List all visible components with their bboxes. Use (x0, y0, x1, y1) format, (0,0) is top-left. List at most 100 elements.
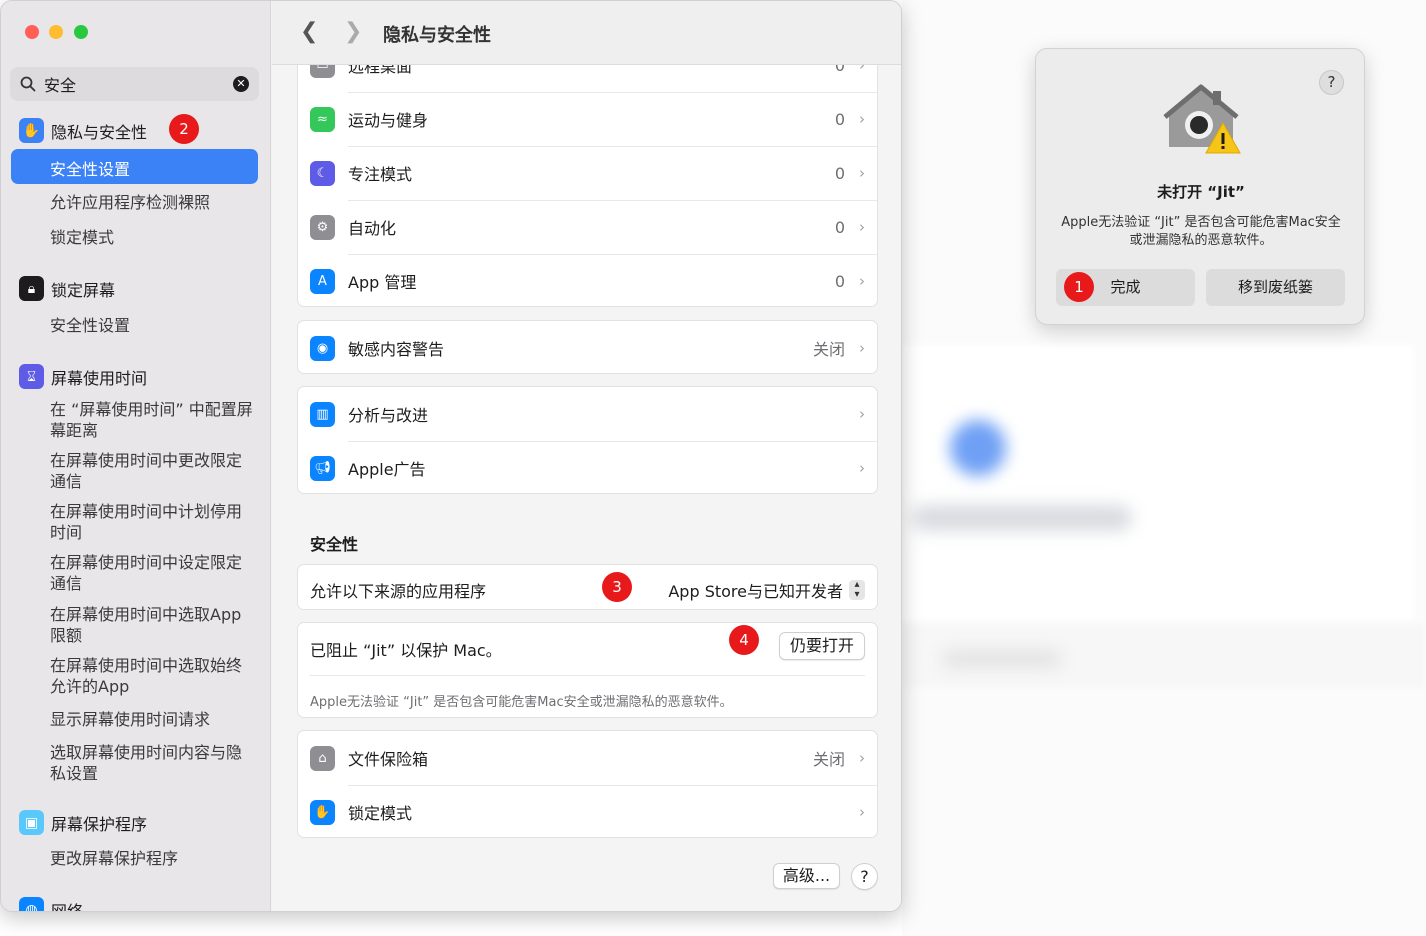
help-button[interactable]: ? (851, 863, 878, 890)
hourglass-icon: ⌛︎ (19, 364, 44, 389)
sidebar-item-label: 锁定屏幕 (51, 280, 116, 300)
blocked-note: Apple无法验证 “Jit” 是否包含可能危害Mac安全或泄漏隐私的恶意软件。 (310, 695, 733, 710)
list-item[interactable]: ☾ 专注模式 0 › (298, 146, 877, 200)
sidebar-item-label: 安全性设置 (50, 160, 131, 179)
lock-icon: 🔒︎ (19, 276, 44, 301)
chevron-right-icon: › (859, 110, 865, 128)
forward-button[interactable]: ❯ (344, 19, 362, 44)
annotation-badge-4: 4 (729, 625, 759, 655)
blurred-text (942, 650, 1062, 668)
gatekeeper-dialog: ? 未打开 “Jit” Apple无法验证 “Jit” 是否包含可能危害Mac安… (1035, 48, 1365, 325)
sidebar-item-nudity-detection[interactable]: 允许应用程序检测裸照 (50, 192, 255, 213)
sidebar-item-app-limits[interactable]: 在屏幕使用时间中选取App限额 (50, 604, 255, 646)
sidebar-item-lock-security-settings[interactable]: 安全性设置 (50, 315, 255, 336)
clear-search-icon[interactable]: ✕ (233, 76, 249, 92)
fitness-icon: ≈ (310, 106, 335, 132)
page-title: 隐私与安全性 (383, 25, 491, 46)
list-item[interactable]: ◉ 敏感内容警告 关闭 › (298, 321, 877, 375)
row-label: 运动与健身 (348, 111, 429, 130)
list-item[interactable]: A App 管理 0 › (298, 254, 877, 308)
chevron-right-icon: › (859, 803, 865, 821)
sidebar-item-network[interactable]: ◍ 网络 (19, 897, 84, 912)
chevron-right-icon: › (859, 272, 865, 290)
sidebar-item-label: 屏幕保护程序 (51, 814, 148, 834)
row-label: 允许以下来源的应用程序 (310, 582, 487, 601)
search-input[interactable]: 安全 (44, 72, 233, 96)
eye-icon: ◉ (310, 335, 335, 361)
row-label: Apple广告 (348, 460, 426, 479)
chevron-right-icon: › (859, 749, 865, 767)
row-value: 关闭 (812, 340, 845, 359)
row-label: 敏感内容警告 (348, 340, 445, 359)
list-item[interactable]: ⌂ 文件保险箱 关闭 › (298, 731, 877, 785)
chevron-right-icon: › (859, 218, 865, 236)
row-value: 0 (834, 109, 845, 129)
zoom-window-button[interactable] (74, 25, 88, 39)
row-label: App 管理 (348, 273, 417, 292)
gatekeeper-warning-icon (1163, 84, 1241, 154)
dialog-title: 未打开 “Jit” (1157, 183, 1245, 201)
blurred-text (912, 505, 1132, 531)
row-value: 关闭 (812, 750, 845, 769)
list-item[interactable]: ▥ 分析与改进 › (298, 387, 877, 441)
section-title: 安全性 (310, 535, 359, 554)
sidebar-item-change-screensaver[interactable]: 更改屏幕保护程序 (50, 848, 255, 869)
annotation-badge-1: 1 (1064, 272, 1094, 302)
globe-icon: ◍ (19, 897, 44, 911)
bottom-card: ⌂ 文件保险箱 关闭 › ✋ 锁定模式 › (297, 730, 878, 838)
updown-chevron-icon: ▴ ▾ (849, 580, 865, 600)
sidebar-item-lockdown-mode[interactable]: 锁定模式 (50, 227, 255, 248)
gears-icon: ⚙ (310, 214, 335, 240)
sidebar-item-security-settings[interactable]: 安全性设置 (11, 149, 258, 184)
permissions-list: ▭ 远程桌面 0 › ≈ 运动与健身 0 › ☾ 专注模式 0 › ⚙ 自动化 … (297, 37, 878, 307)
sidebar-item-downtime[interactable]: 在屏幕使用时间中计划停用时间 (50, 501, 255, 543)
row-value: 0 (834, 217, 845, 237)
blurred-icon (950, 420, 1006, 476)
help-button[interactable]: ? (1319, 70, 1344, 95)
sidebar-item-content-privacy[interactable]: 选取屏幕使用时间内容与隐私设置 (50, 742, 255, 784)
minimize-window-button[interactable] (49, 25, 63, 39)
chevron-right-icon: › (859, 339, 865, 357)
back-button[interactable]: ❮ (300, 19, 318, 44)
row-value: 0 (834, 163, 845, 183)
sidebar-item-screen-time[interactable]: ⌛︎ 屏幕使用时间 (19, 364, 147, 389)
allow-apps-popup[interactable]: App Store与已知开发者 ▴ ▾ (668, 578, 865, 602)
sidebar-item-set-communication[interactable]: 在屏幕使用时间中设定限定通信 (50, 552, 255, 594)
row-value: 0 (834, 271, 845, 291)
sidebar-item-privacy[interactable]: ✋ 隐私与安全性 (19, 118, 147, 143)
list-item[interactable]: 📢︎ Apple广告 › (298, 441, 877, 495)
list-item[interactable]: ✋ 锁定模式 › (298, 785, 877, 839)
close-window-button[interactable] (25, 25, 39, 39)
move-to-trash-button[interactable]: 移到废纸篓 (1206, 269, 1345, 306)
popup-value: App Store与已知开发者 (668, 582, 843, 601)
sidebar-item-screen-distance[interactable]: 在 “屏幕使用时间” 中配置屏幕距离 (50, 399, 255, 441)
sidebar: 安全 ✕ ✋ 隐私与安全性 安全性设置 允许应用程序检测裸照 锁定模式 🔒︎ 锁… (1, 1, 271, 912)
annotation-badge-2: 2 (169, 114, 199, 144)
open-anyway-button[interactable]: 仍要打开 (779, 632, 865, 660)
sidebar-item-screensaver[interactable]: ▣ 屏幕保护程序 (19, 810, 147, 835)
row-label: 专注模式 (348, 165, 413, 184)
list-item[interactable]: ⚙ 自动化 0 › (298, 200, 877, 254)
chevron-right-icon: › (859, 459, 865, 477)
allow-apps-card: 允许以下来源的应用程序 App Store与已知开发者 ▴ ▾ (297, 564, 878, 610)
sidebar-item-lock-screen[interactable]: 🔒︎ 锁定屏幕 (19, 276, 115, 301)
settings-window: 安全 ✕ ✋ 隐私与安全性 安全性设置 允许应用程序检测裸照 锁定模式 🔒︎ 锁… (0, 0, 902, 912)
sidebar-item-change-communication[interactable]: 在屏幕使用时间中更改限定通信 (50, 450, 255, 492)
megaphone-icon: 📢︎ (310, 455, 335, 481)
sidebar-item-always-allowed[interactable]: 在屏幕使用时间中选取始终允许的App (50, 655, 255, 697)
search-icon (20, 76, 36, 92)
moon-icon: ☾ (310, 160, 335, 186)
search-field[interactable]: 安全 ✕ (10, 67, 259, 101)
sidebar-item-label: 屏幕使用时间 (51, 368, 148, 388)
hand-icon: ✋ (19, 118, 44, 143)
bar-chart-icon: ▥ (310, 401, 335, 427)
advanced-button[interactable]: 高级... (773, 863, 840, 889)
toolbar: ❮ ❯ 隐私与安全性 (272, 1, 901, 65)
annotation-badge-3: 3 (602, 572, 632, 602)
sidebar-item-label: 网络 (51, 901, 84, 912)
blocked-app-card: 已阻止 “Jit” 以保护 Mac。 仍要打开 Apple无法验证 “Jit” … (297, 622, 878, 718)
blurred-panel (902, 345, 1414, 620)
list-item[interactable]: ≈ 运动与健身 0 › (298, 92, 877, 146)
row-label: 分析与改进 (348, 406, 429, 425)
sidebar-item-screen-time-requests[interactable]: 显示屏幕使用时间请求 (50, 709, 255, 730)
